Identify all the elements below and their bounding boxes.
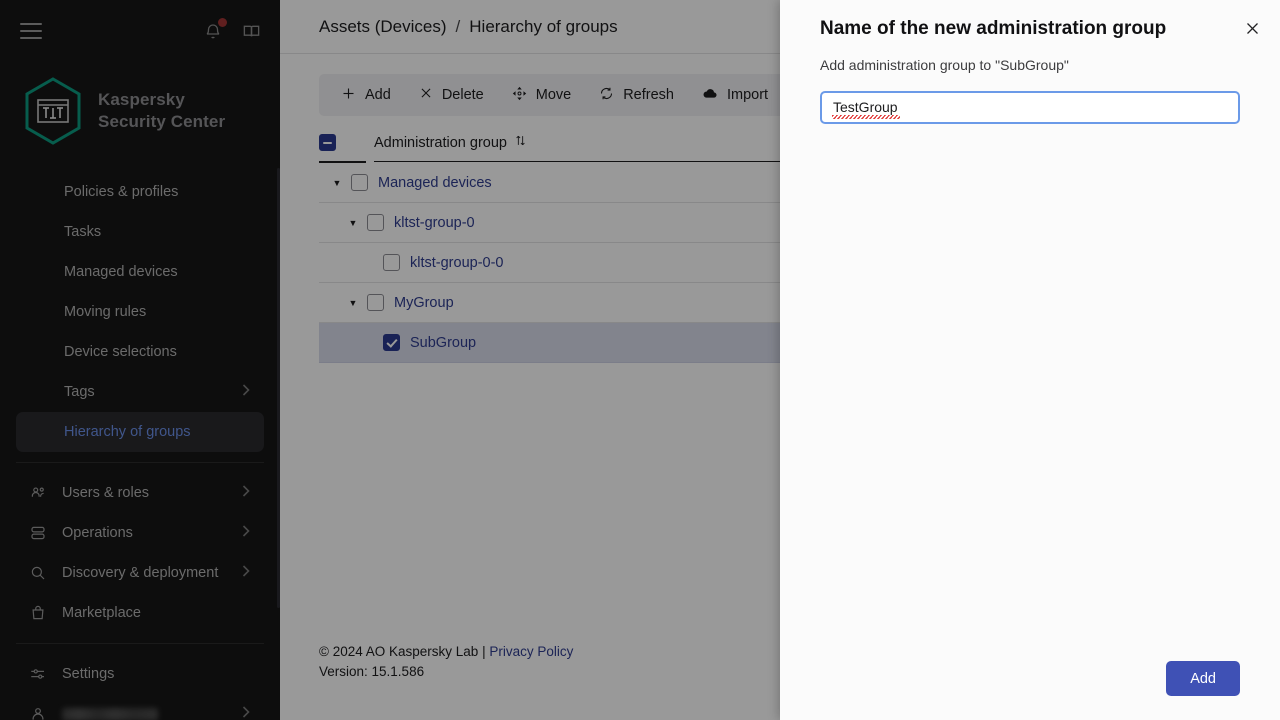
group-name-input[interactable] [820,90,1240,124]
modal-footer: Add [1166,661,1240,696]
add-group-modal: Name of the new administration group Add… [780,0,1280,720]
modal-close-button[interactable] [1240,16,1264,40]
modal-subtitle: Add administration group to "SubGroup" [820,56,1069,73]
modal-title: Name of the new administration group [820,18,1167,39]
app-root: Kaspersky Security Center Policies & pro… [0,0,1280,720]
add-confirm-button[interactable]: Add [1166,661,1240,696]
group-name-field-wrapper [780,73,1280,124]
input-holder [820,90,1240,124]
